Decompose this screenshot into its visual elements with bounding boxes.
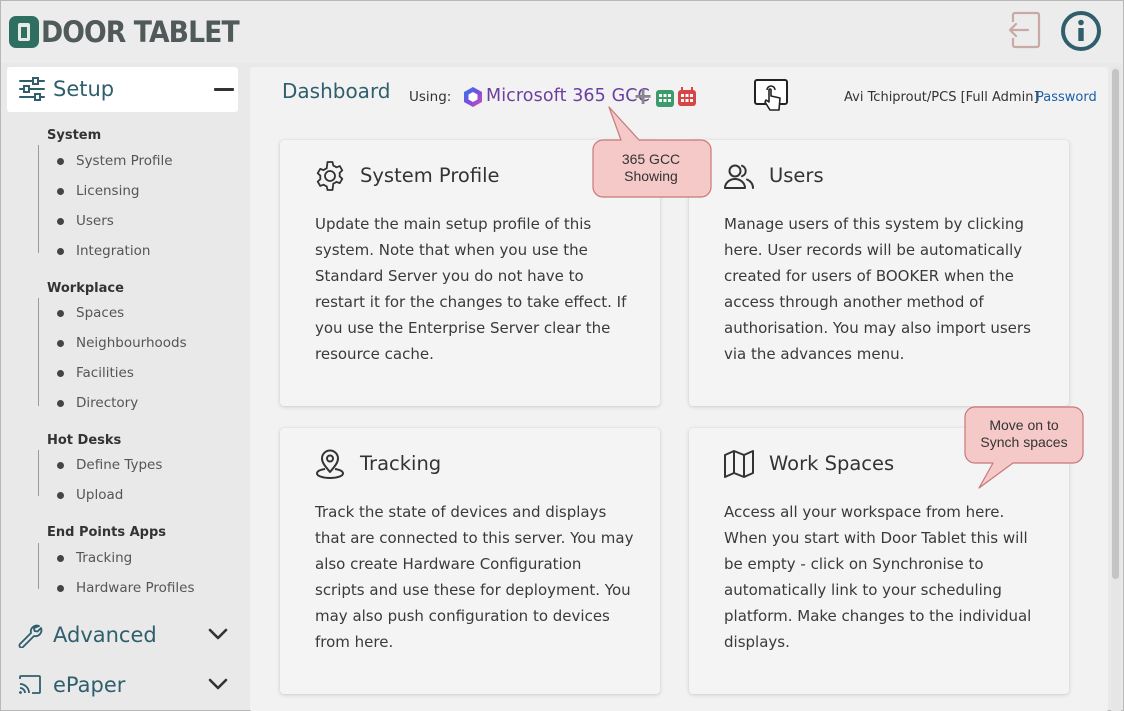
- callout-line: Move on to: [989, 417, 1059, 433]
- sidebar-section-epaper[interactable]: ePaper: [7, 663, 238, 707]
- app-window: DOOR TABLET Setup System System Profile …: [0, 0, 1124, 711]
- bullet-icon: [57, 217, 64, 225]
- sidebar-item-label: Licensing: [76, 183, 140, 199]
- location-pin-icon: [315, 449, 345, 480]
- sidebar-item-directory[interactable]: Directory: [57, 392, 138, 414]
- chevron-down-icon[interactable]: [207, 677, 229, 691]
- page-title: Dashboard: [282, 79, 391, 103]
- sidebar-item-label: Spaces: [76, 305, 125, 321]
- sidebar-item-integration[interactable]: Integration: [57, 240, 150, 262]
- card-description: Track the state of devices and displays …: [315, 503, 634, 651]
- bullet-icon: [57, 187, 64, 195]
- tree-line: [38, 298, 39, 406]
- nav-group-hot-desks: Hot Desks: [47, 433, 122, 448]
- scrollbar-thumb[interactable]: [1112, 69, 1119, 579]
- sidebar-item-facilities[interactable]: Facilities: [57, 362, 134, 384]
- wrench-icon: [18, 624, 43, 648]
- touch-screen-icon[interactable]: [753, 78, 789, 114]
- tree-line: [38, 543, 39, 589]
- sidebar-item-label: Facilities: [76, 365, 134, 381]
- nav-group-workplace: Workplace: [47, 281, 124, 296]
- sidebar-item-label: Upload: [76, 487, 124, 503]
- cast-icon: [19, 675, 41, 694]
- sidebar-item-label: Tracking: [76, 550, 133, 566]
- bullet-icon: [57, 309, 64, 317]
- callout-line: Showing: [624, 168, 678, 184]
- tree-line: [38, 450, 39, 496]
- bullet-icon: [57, 461, 64, 469]
- callout-line: 365 GCC: [621, 151, 681, 167]
- callout-gcc: 365 GCC Showing: [593, 151, 709, 195]
- calendar-red-icon: [678, 87, 696, 106]
- nav-group-system: System: [47, 128, 102, 143]
- collapse-icon[interactable]: [214, 88, 234, 91]
- bullet-icon: [57, 369, 64, 377]
- bullet-icon: [57, 247, 64, 255]
- provider-name: Microsoft 365 GCC: [486, 86, 650, 106]
- card-description: Manage users of this system by clicking …: [724, 215, 1031, 363]
- bullet-icon: [57, 339, 64, 347]
- sidebar-item-system-profile[interactable]: System Profile: [57, 150, 173, 172]
- sidebar-item-label: Directory: [76, 395, 139, 411]
- brand-name: DOOR TABLET: [41, 15, 240, 49]
- sidebar-item-users[interactable]: Users: [57, 210, 114, 232]
- sidebar-item-upload[interactable]: Upload: [57, 484, 123, 506]
- using-label: Using:: [409, 89, 452, 105]
- sidebar-item-label: Neighbourhoods: [76, 335, 187, 351]
- sidebar-item-spaces[interactable]: Spaces: [57, 302, 124, 324]
- sidebar-item-label: Users: [76, 213, 114, 229]
- password-link[interactable]: Password: [1036, 90, 1097, 105]
- nav-group-end-points-apps: End Points Apps: [47, 525, 167, 540]
- card-title: Work Spaces: [769, 452, 895, 475]
- sidebar-item-label: Hardware Profiles: [76, 580, 195, 596]
- sliders-icon: [19, 77, 45, 101]
- sidebar-epaper-label: ePaper: [53, 673, 126, 697]
- sidebar-item-neighbourhoods[interactable]: Neighbourhoods: [57, 332, 187, 354]
- sidebar-item-hardware-profiles[interactable]: Hardware Profiles: [57, 577, 194, 599]
- card-title: Users: [769, 164, 824, 187]
- bullet-icon: [57, 554, 64, 562]
- card-users[interactable]: Users Manage users of this system by cli…: [689, 140, 1069, 406]
- sidebar-item-label: System Profile: [76, 153, 173, 169]
- bullet-icon: [57, 157, 64, 165]
- sidebar: Setup System System Profile Licensing Us…: [1, 63, 245, 711]
- map-icon: [724, 450, 754, 478]
- brand-logo[interactable]: DOOR TABLET: [9, 15, 256, 49]
- logout-icon[interactable]: [1008, 10, 1046, 50]
- gear-icon: [316, 161, 344, 191]
- sidebar-item-tracking[interactable]: Tracking: [57, 547, 132, 569]
- logo-icon: [9, 16, 39, 48]
- users-icon: [724, 164, 754, 189]
- sidebar-section-advanced[interactable]: Advanced: [7, 613, 238, 657]
- card-description: Update the main setup profile of this sy…: [315, 215, 627, 363]
- current-user: Avi Tchiprout/PCS [Full Admin]: [844, 90, 1039, 105]
- sidebar-item-label: Integration: [76, 243, 151, 259]
- sidebar-section-setup[interactable]: Setup: [7, 67, 238, 112]
- card-title: Tracking: [360, 452, 442, 475]
- callout-synch: Move on to Synch spaces: [967, 417, 1081, 457]
- card-title: System Profile: [360, 164, 500, 187]
- info-icon[interactable]: [1060, 10, 1102, 52]
- chevron-down-icon[interactable]: [207, 627, 229, 641]
- sidebar-setup-label: Setup: [53, 77, 115, 101]
- bullet-icon: [57, 584, 64, 592]
- sidebar-item-define-types[interactable]: Define Types: [57, 454, 162, 476]
- bullet-icon: [57, 399, 64, 407]
- top-bar: DOOR TABLET: [1, 1, 1123, 63]
- microsoft-365-logo-icon: [464, 87, 482, 107]
- sidebar-item-licensing[interactable]: Licensing: [57, 180, 139, 202]
- card-tracking[interactable]: Tracking Track the state of devices and …: [280, 428, 660, 694]
- card-description: Access all your workspace from here. Whe…: [724, 503, 1032, 651]
- callout-line: Synch spaces: [980, 434, 1068, 450]
- bullet-icon: [57, 491, 64, 499]
- sidebar-advanced-label: Advanced: [53, 623, 157, 647]
- sidebar-item-label: Define Types: [76, 457, 163, 473]
- tree-line: [38, 145, 39, 253]
